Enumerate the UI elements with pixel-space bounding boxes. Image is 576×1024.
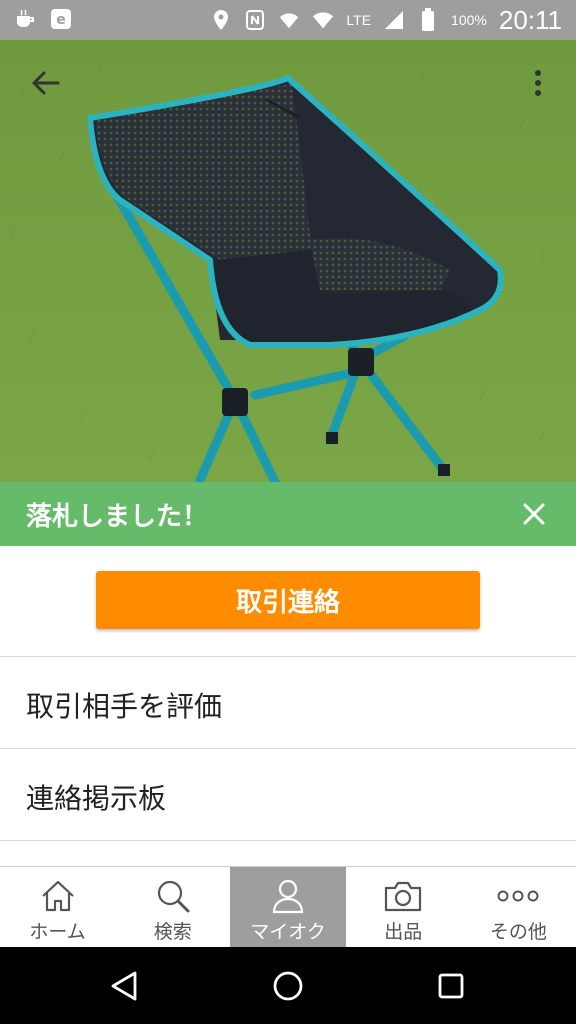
square-recents-icon <box>438 973 464 999</box>
back-button[interactable] <box>24 62 66 104</box>
circle-home-icon <box>273 971 303 1001</box>
nav-other[interactable]: その他 <box>461 867 576 948</box>
svg-text:e: e <box>56 12 66 28</box>
location-icon <box>210 9 232 31</box>
close-banner-button[interactable] <box>514 494 554 534</box>
system-recents-button[interactable] <box>430 965 472 1007</box>
more-options-button[interactable] <box>522 62 554 104</box>
list-divider <box>0 840 576 867</box>
nav-myauction-label: マイオク <box>250 921 326 943</box>
message-board-label: 連絡掲示板 <box>26 782 167 815</box>
battery-icon <box>417 8 439 31</box>
close-icon <box>523 503 545 525</box>
cup-notification-icon <box>14 8 36 30</box>
nav-search[interactable]: 検索 <box>115 867 230 948</box>
rate-partner-label: 取引相手を評価 <box>26 690 223 723</box>
system-back-button[interactable] <box>103 965 145 1007</box>
wifi-icon <box>312 9 334 31</box>
nav-other-label: その他 <box>489 921 547 943</box>
action-area: 取引連絡 <box>0 546 576 656</box>
more-dots-icon <box>496 877 540 915</box>
arrow-left-icon <box>32 71 60 95</box>
message-board-item[interactable]: 連絡掲示板 <box>0 748 576 841</box>
transaction-contact-button[interactable]: 取引連絡 <box>96 571 480 629</box>
nav-search-label: 検索 <box>153 921 192 943</box>
wifi-calling-icon <box>278 9 300 31</box>
system-home-button[interactable] <box>267 965 309 1007</box>
won-message: 落札しました！ <box>26 502 209 532</box>
battery-level: 100% <box>451 12 487 28</box>
signal-icon <box>383 9 405 31</box>
bottom-navigation: ホーム 検索 マイオク 出品 その他 <box>0 866 576 948</box>
camera-icon <box>383 877 423 915</box>
search-icon <box>155 877 191 915</box>
clock: 20:11 <box>498 4 562 35</box>
nav-home-label: ホーム <box>29 921 86 943</box>
network-type: LTE <box>346 12 372 28</box>
home-icon <box>40 877 76 915</box>
more-vert-icon <box>535 70 541 96</box>
won-banner: 落札しました！ <box>0 482 576 546</box>
nav-sell-label: 出品 <box>384 921 423 943</box>
status-bar: e LTE 100% 20:11 <box>0 0 576 40</box>
triangle-back-icon <box>111 971 137 1001</box>
nfc-icon <box>244 9 266 31</box>
nav-home[interactable]: ホーム <box>0 867 115 948</box>
nav-sell[interactable]: 出品 <box>346 867 461 948</box>
product-image[interactable] <box>0 40 576 482</box>
nav-myauction[interactable]: マイオク <box>230 867 346 948</box>
rate-partner-item[interactable]: 取引相手を評価 <box>0 656 576 749</box>
app-notification-icon: e <box>50 8 72 30</box>
person-icon <box>270 877 306 915</box>
system-navigation-bar <box>0 947 576 1024</box>
